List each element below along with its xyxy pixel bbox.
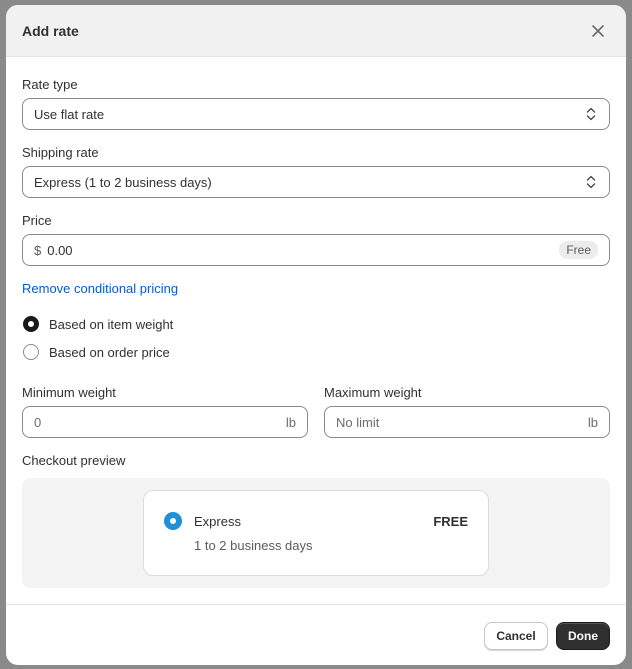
modal-title: Add rate <box>22 22 79 39</box>
select-arrows-icon <box>586 175 596 189</box>
modal-footer: Cancel Done <box>6 604 626 665</box>
minimum-weight-label: Minimum weight <box>22 385 116 400</box>
remove-conditional-pricing-link[interactable]: Remove conditional pricing <box>22 281 178 296</box>
maximum-weight-label: Maximum weight <box>324 385 422 400</box>
checkout-preview-card: Express FREE 1 to 2 business days <box>143 490 489 576</box>
cancel-button[interactable]: Cancel <box>484 622 548 650</box>
minimum-weight-input[interactable]: 0 lb <box>22 406 308 438</box>
radio-button-checked[interactable] <box>23 316 39 332</box>
shipping-rate-label: Shipping rate <box>22 145 99 160</box>
minimum-weight-unit: lb <box>285 414 296 430</box>
select-arrows-icon <box>586 107 596 121</box>
maximum-weight-input[interactable]: No limit lb <box>324 406 610 438</box>
preview-option-name: Express <box>194 514 241 529</box>
modal-header: Add rate <box>6 5 626 57</box>
radio-order-price[interactable]: Based on order price <box>23 344 170 360</box>
rate-type-select[interactable]: Use flat rate <box>22 98 610 130</box>
radio-item-weight[interactable]: Based on item weight <box>23 316 173 332</box>
free-badge: Free <box>559 241 598 259</box>
close-button[interactable] <box>586 19 610 43</box>
shipping-rate-select[interactable]: Express (1 to 2 business days) <box>22 166 610 198</box>
checkout-preview-label: Checkout preview <box>22 453 126 468</box>
preview-option-price: FREE <box>433 514 468 529</box>
done-button[interactable]: Done <box>556 622 610 650</box>
radio-item-weight-label: Based on item weight <box>49 316 174 332</box>
preview-option-subtitle: 1 to 2 business days <box>194 538 313 553</box>
shipping-rate-value: Express (1 to 2 business days) <box>34 174 212 190</box>
price-label: Price <box>22 213 52 228</box>
maximum-weight-placeholder: No limit <box>336 414 380 430</box>
add-rate-modal: Add rate Rate type Use flat rate Shippin… <box>6 5 626 665</box>
close-icon <box>592 24 604 37</box>
currency-prefix: $ <box>34 242 42 258</box>
preview-radio-icon <box>164 512 182 530</box>
radio-order-price-label: Based on order price <box>49 344 170 360</box>
price-value: 0.00 <box>47 242 73 258</box>
rate-type-value: Use flat rate <box>34 106 105 122</box>
price-input[interactable]: $ 0.00 Free <box>22 234 610 266</box>
minimum-weight-placeholder: 0 <box>34 414 42 430</box>
checkout-preview-area: Express FREE 1 to 2 business days <box>22 478 610 588</box>
radio-button-unchecked[interactable] <box>23 344 39 360</box>
maximum-weight-unit: lb <box>587 414 598 430</box>
rate-type-label: Rate type <box>22 77 78 92</box>
